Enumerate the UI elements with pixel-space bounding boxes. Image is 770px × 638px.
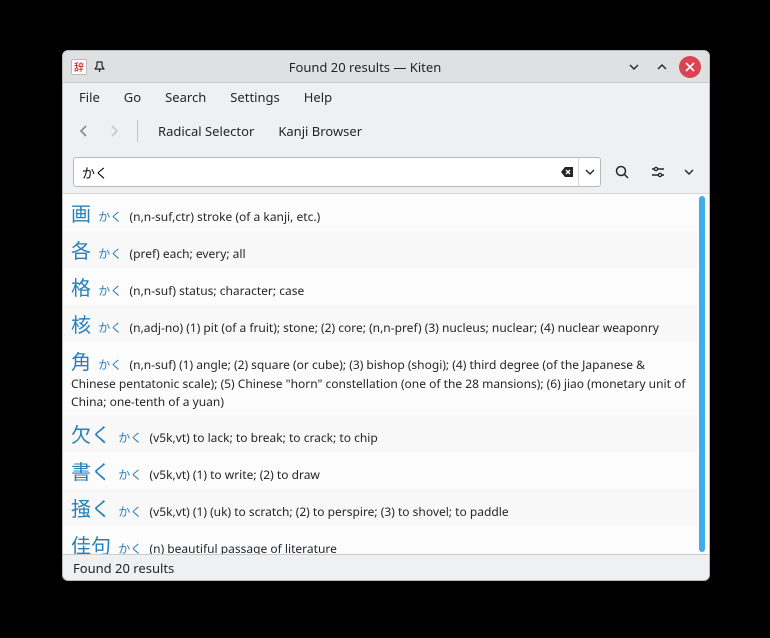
entry-definition: (n,adj-no) (1) pit (of a fruit); stone; … <box>130 319 659 336</box>
app-window: 辞 Found 20 results — Kiten File Go Searc… <box>62 50 710 581</box>
entry-definition: (v5k,vt) to lack; to break; to crack; to… <box>150 429 378 446</box>
result-entry[interactable]: 書く かく (v5k,vt) (1) to write; (2) to draw <box>63 452 697 489</box>
entry-kanji[interactable]: 佳句 <box>71 530 111 554</box>
window-title: Found 20 results — Kiten <box>113 58 617 76</box>
search-row <box>63 151 709 193</box>
entry-definition: (n,n-suf) (1) angle; (2) square (or cube… <box>71 356 685 410</box>
entry-definition: (n,n-suf) status; character; case <box>130 282 305 299</box>
result-entry[interactable]: 核 かく (n,adj-no) (1) pit (of a fruit); st… <box>63 305 697 342</box>
entry-kanji[interactable]: 欠く <box>71 419 111 448</box>
entry-reading[interactable]: かく <box>98 356 122 373</box>
entry-definition: (pref) each; every; all <box>130 245 246 262</box>
entry-reading[interactable]: かく <box>118 429 142 446</box>
menu-search[interactable]: Search <box>155 85 216 109</box>
forward-button[interactable] <box>101 118 127 144</box>
result-entry[interactable]: 各 かく (pref) each; every; all <box>63 231 697 268</box>
search-history-dropdown[interactable] <box>578 158 600 186</box>
result-entry[interactable]: 欠く かく (v5k,vt) to lack; to break; to cra… <box>63 415 697 452</box>
entry-reading[interactable]: かく <box>98 245 122 262</box>
filter-dropdown[interactable] <box>679 157 699 187</box>
maximize-button[interactable] <box>651 56 673 78</box>
entry-kanji[interactable]: 画 <box>71 198 91 227</box>
scrollbar[interactable] <box>697 196 707 552</box>
app-icon: 辞 <box>71 59 87 75</box>
toolbar: Radical Selector Kanji Browser <box>63 111 709 151</box>
entry-definition: (v5k,vt) (1) to write; (2) to draw <box>150 466 320 483</box>
filter-settings-button[interactable] <box>643 157 673 187</box>
status-text: Found 20 results <box>73 559 174 577</box>
back-button[interactable] <box>71 118 97 144</box>
close-button[interactable] <box>679 56 701 78</box>
entry-kanji[interactable]: 角 <box>71 346 91 375</box>
result-entry[interactable]: 佳句 かく (n) beautiful passage of literatur… <box>63 526 697 554</box>
search-input[interactable] <box>74 163 556 181</box>
scrollbar-thumb[interactable] <box>699 196 705 552</box>
entry-kanji[interactable]: 格 <box>71 272 91 301</box>
search-field-wrap <box>73 157 601 187</box>
result-entry[interactable]: 格 かく (n,n-suf) status; character; case <box>63 268 697 305</box>
menu-help[interactable]: Help <box>294 85 342 109</box>
toolbar-separator <box>137 120 138 142</box>
results-list[interactable]: 画 かく (n,n-suf,ctr) stroke (of a kanji, e… <box>63 194 697 554</box>
entry-kanji[interactable]: 掻く <box>71 493 111 522</box>
entry-reading[interactable]: かく <box>98 208 122 225</box>
result-entry[interactable]: 画 かく (n,n-suf,ctr) stroke (of a kanji, e… <box>63 194 697 231</box>
statusbar: Found 20 results <box>63 554 709 580</box>
radical-selector-button[interactable]: Radical Selector <box>148 118 264 144</box>
entry-reading[interactable]: かく <box>98 282 122 299</box>
search-button[interactable] <box>607 157 637 187</box>
menu-settings[interactable]: Settings <box>220 85 289 109</box>
result-entry[interactable]: 角 かく (n,n-suf) (1) angle; (2) square (or… <box>63 342 697 415</box>
entry-kanji[interactable]: 書く <box>71 456 111 485</box>
entry-kanji[interactable]: 各 <box>71 235 91 264</box>
entry-definition: (n,n-suf,ctr) stroke (of a kanji, etc.) <box>130 208 321 225</box>
entry-kanji[interactable]: 核 <box>71 309 91 338</box>
entry-reading[interactable]: かく <box>118 540 142 554</box>
entry-reading[interactable]: かく <box>98 319 122 336</box>
kanji-browser-button[interactable]: Kanji Browser <box>268 118 372 144</box>
minimize-button[interactable] <box>623 56 645 78</box>
entry-reading[interactable]: かく <box>118 503 142 520</box>
entry-reading[interactable]: かく <box>118 466 142 483</box>
menubar: File Go Search Settings Help <box>63 83 709 111</box>
menu-go[interactable]: Go <box>114 85 151 109</box>
titlebar: 辞 Found 20 results — Kiten <box>63 51 709 83</box>
clear-search-icon[interactable] <box>556 161 578 183</box>
menu-file[interactable]: File <box>69 85 110 109</box>
result-entry[interactable]: 掻く かく (v5k,vt) (1) (uk) to scratch; (2) … <box>63 489 697 526</box>
pin-icon[interactable] <box>93 60 107 74</box>
entry-definition: (n) beautiful passage of literature <box>150 540 337 554</box>
entry-definition: (v5k,vt) (1) (uk) to scratch; (2) to per… <box>150 503 509 520</box>
results-area: 画 かく (n,n-suf,ctr) stroke (of a kanji, e… <box>63 193 709 554</box>
